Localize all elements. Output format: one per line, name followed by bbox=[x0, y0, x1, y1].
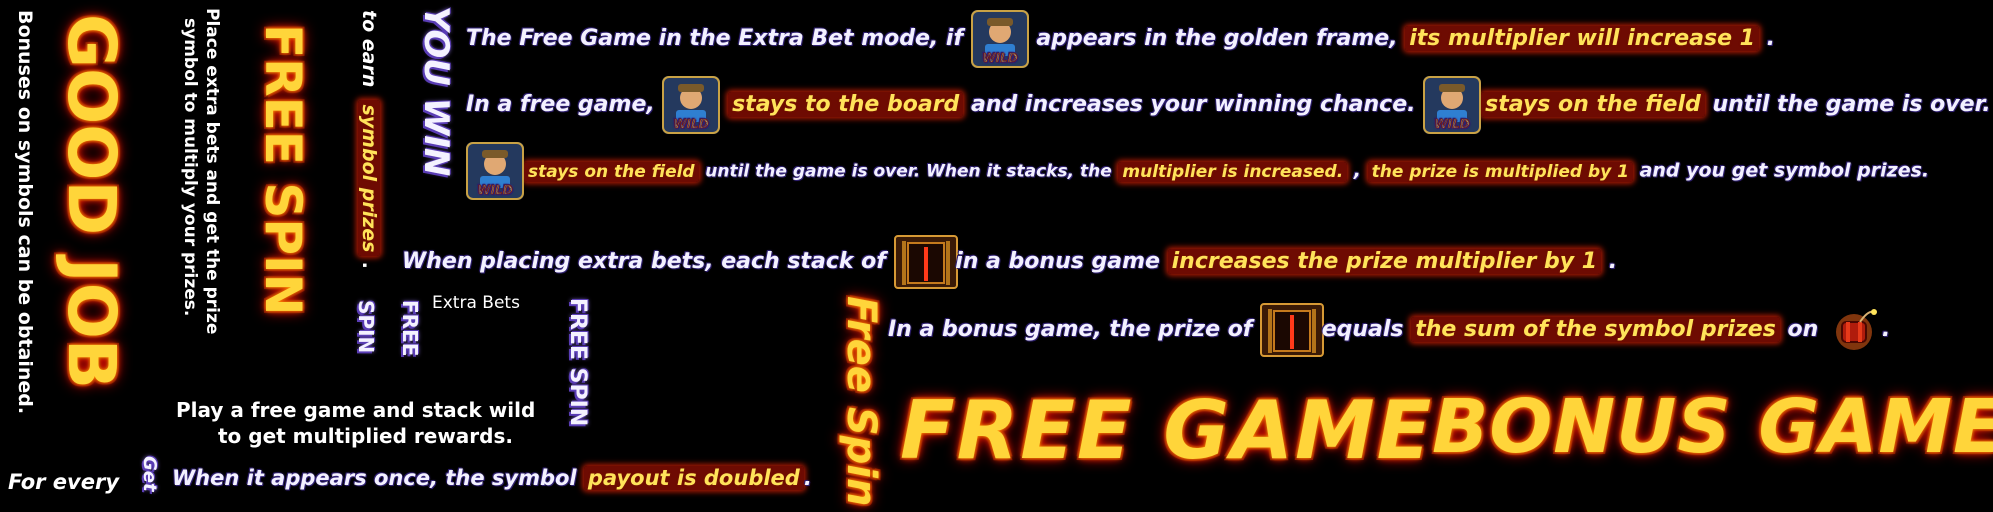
free-game-title: FREE GAME bbox=[900, 384, 1434, 477]
wild-miner-icon: WILD bbox=[970, 10, 1029, 68]
wild-miner-icon: WILD bbox=[662, 76, 721, 134]
extra-bets-label: Extra Bets bbox=[432, 293, 520, 313]
row5-text-b: equals bbox=[1321, 317, 1404, 342]
payout-doubled-highlight: payout is doubled bbox=[583, 466, 804, 490]
wild-miner-icon: WILD bbox=[466, 142, 524, 200]
row1-text-b: appears in the golden frame, bbox=[1036, 26, 1398, 51]
row3-text-b: and you get symbol prizes. bbox=[1639, 159, 1930, 182]
bonus-game-title: BONUS GAME bbox=[1432, 384, 1993, 470]
row3-highlight-2: multiplier is increased. bbox=[1118, 161, 1348, 182]
free-small-text: FREE bbox=[398, 300, 422, 357]
row4-highlight: increases the prize multiplier by 1 bbox=[1167, 249, 1602, 274]
play-free-line2: to get multiplied rewards. bbox=[218, 424, 513, 448]
row1-period: . bbox=[1766, 26, 1775, 51]
row3-comma: , bbox=[1353, 159, 1362, 182]
golden-gate-icon bbox=[893, 235, 958, 289]
place-bets-line2: symbol to multiply your prizes. bbox=[180, 18, 200, 317]
get-text: Get bbox=[139, 456, 160, 492]
row5-text-c: on bbox=[1787, 317, 1819, 342]
svg-text:WILD: WILD bbox=[477, 183, 512, 197]
dynamite-bomb-icon bbox=[1826, 302, 1882, 358]
row-2: In a free game, WILD stays to the board … bbox=[466, 76, 1991, 134]
row5-text-a: In a bonus game, the prize of bbox=[888, 317, 1253, 342]
row-5: In a bonus game, the prize of equals the… bbox=[888, 300, 1890, 360]
appears-once-text: When it appears once, the symbol bbox=[172, 466, 577, 490]
row2-text-b: and increases your winning chance. bbox=[970, 92, 1416, 117]
row2-text-c: until the game is over. bbox=[1712, 92, 1991, 117]
free-spin-big-title: FREE SPIN bbox=[254, 24, 312, 315]
row4-text-a: When placing extra bets, each stack of bbox=[402, 249, 886, 274]
free-spin-script-title: Free Spin bbox=[838, 296, 884, 506]
row3-highlight-3: the prize is multiplied by 1 bbox=[1367, 161, 1633, 182]
get-label: Get bbox=[139, 456, 160, 492]
appears-once-period: . bbox=[803, 466, 812, 490]
spin-text: SPIN bbox=[354, 300, 378, 354]
to-earn-period: . bbox=[358, 261, 380, 269]
bonuses-note: Bonuses on symbols can be obtained. bbox=[14, 10, 36, 414]
to-earn-note: to earn symbol prizes . bbox=[358, 10, 380, 269]
you-win-text: YOU WIN bbox=[416, 6, 456, 177]
row2-highlight-2: stays on the field bbox=[1481, 92, 1705, 117]
free-spin-script-text: Free Spin bbox=[838, 296, 884, 507]
row5-highlight: the sum of the symbol prizes bbox=[1411, 317, 1780, 342]
free-label: FREE bbox=[398, 300, 422, 356]
row4-text-b: in a bonus game bbox=[955, 249, 1160, 274]
golden-gate-icon bbox=[1260, 303, 1325, 357]
wild-miner-icon: WILD bbox=[1423, 76, 1482, 134]
row4-period: . bbox=[1608, 249, 1618, 274]
good-job-title: GOOD JOB bbox=[53, 14, 130, 389]
row5-period: . bbox=[1881, 317, 1891, 342]
row3-highlight: stays on the field bbox=[524, 161, 699, 182]
svg-text:WILD: WILD bbox=[674, 117, 709, 131]
place-bets-line1: Place extra bets and get the prize bbox=[202, 8, 222, 335]
row2-text-a: In a free game, bbox=[466, 92, 655, 117]
bonuses-note-text: Bonuses on symbols can be obtained. bbox=[14, 10, 36, 415]
place-bets-note-2: symbol to multiply your prizes. bbox=[180, 18, 200, 316]
row2-highlight: stays to the board bbox=[728, 92, 964, 117]
row1-highlight: its multiplier will increase 1 bbox=[1405, 26, 1759, 51]
svg-text:WILD: WILD bbox=[1435, 117, 1470, 131]
row-4: When placing extra bets, each stack of i… bbox=[402, 234, 1617, 290]
svg-text:WILD: WILD bbox=[982, 51, 1017, 65]
row3-text-a: until the game is over. When it stacks, … bbox=[705, 161, 1112, 182]
good-job-text: GOOD JOB bbox=[53, 14, 130, 390]
to-earn-text: to earn bbox=[358, 10, 380, 88]
free-spin-outline-title: FREE SPIN bbox=[565, 298, 590, 426]
free-spin-outline-text: FREE SPIN bbox=[565, 298, 590, 427]
free-spin-big-text: FREE SPIN bbox=[254, 24, 312, 316]
row-3: WILD stays on the field until the game i… bbox=[466, 142, 1930, 200]
place-bets-note: Place extra bets and get the prize bbox=[202, 8, 222, 334]
spin-label: SPIN bbox=[354, 300, 378, 353]
play-free-line1: Play a free game and stack wild bbox=[176, 398, 536, 422]
you-win-title: YOU WIN bbox=[416, 6, 456, 176]
symbol-prizes-highlight: symbol prizes bbox=[358, 100, 380, 257]
for-every-label: For every bbox=[8, 470, 120, 494]
row-1: The Free Game in the Extra Bet mode, if … bbox=[466, 10, 1775, 68]
row1-text-a: The Free Game in the Extra Bet mode, if bbox=[466, 26, 964, 51]
appears-once-line: When it appears once, the symbol payout … bbox=[172, 466, 812, 490]
